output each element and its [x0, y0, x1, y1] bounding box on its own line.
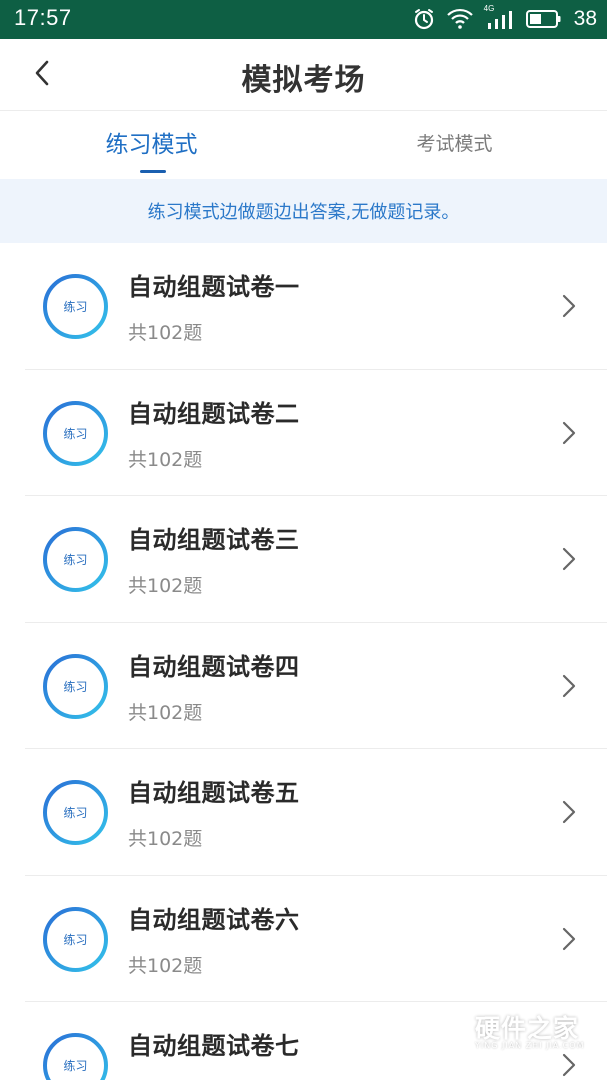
active-tab-indicator	[140, 170, 166, 173]
practice-ring-icon: 练习	[42, 906, 109, 973]
ring-label: 练习	[63, 806, 88, 820]
exam-title: 自动组题试卷一	[128, 273, 300, 301]
notice-text: 练习模式边做题边出答案,无做题记录。	[147, 202, 460, 223]
page-title: 模拟考场	[241, 63, 366, 98]
list-item[interactable]: 练习 自动组题试卷三 共102题	[25, 496, 607, 623]
exam-title: 自动组题试卷二	[128, 399, 300, 428]
question-count: 共102题	[128, 575, 203, 597]
mode-tabs: 练习模式 考试模式	[0, 111, 607, 179]
mode-notice: 练习模式边做题边出答案,无做题记录。	[0, 179, 607, 243]
practice-ring-icon: 练习	[42, 400, 109, 467]
chevron-right-icon	[559, 546, 579, 572]
nav-bar: 模拟考场	[0, 39, 607, 111]
ring-label: 练习	[63, 553, 88, 567]
alarm-icon	[412, 7, 436, 31]
ring-label: 练习	[63, 679, 88, 694]
list-item[interactable]: 练习 自动组题试卷六 共102题	[25, 876, 607, 1002]
watermark-logo: 硬件之家 YING JIAN ZHI JIA.COM	[429, 1005, 589, 1060]
list-item[interactable]: 练习 自动组题试卷四 共102题	[25, 623, 607, 749]
tab-exam-mode[interactable]: 考试模式	[303, 111, 606, 179]
question-count: 共102题	[128, 828, 203, 850]
question-count: 共102题	[128, 954, 203, 977]
practice-ring-icon: 练习	[42, 653, 109, 720]
question-count: 共102题	[128, 322, 203, 344]
status-bar: 17:57 4G 38	[0, 0, 607, 39]
practice-ring-icon: 练习	[42, 526, 109, 593]
exam-list: 练习 自动组题试卷一 共102题 练习 自动组题试卷二 共102题 练习 自动组…	[0, 243, 607, 1080]
question-count: 共102题	[128, 701, 203, 724]
exam-title: 自动组题试卷三	[128, 526, 300, 554]
chevron-right-icon	[559, 926, 579, 952]
chevron-right-icon	[559, 293, 579, 319]
wifi-icon	[446, 8, 474, 30]
exam-title: 自动组题试卷五	[128, 779, 300, 807]
list-item[interactable]: 练习 自动组题试卷五 共102题	[25, 749, 607, 876]
tab-exam-label: 考试模式	[416, 132, 493, 155]
status-time: 17:57	[14, 5, 72, 30]
exam-title: 自动组题试卷六	[128, 905, 300, 934]
chevron-right-icon	[559, 420, 579, 446]
exam-title: 自动组题试卷七	[128, 1032, 300, 1060]
network-type-label: 4G	[483, 4, 495, 13]
chevron-right-icon	[559, 799, 579, 825]
tab-practice-mode[interactable]: 练习模式	[0, 111, 303, 179]
ring-label: 练习	[63, 932, 88, 947]
signal-icon: 4G	[483, 4, 516, 31]
practice-ring-icon: 练习	[42, 273, 109, 340]
watermark-text: 硬件之家	[475, 1014, 580, 1043]
practice-ring-icon: 练习	[42, 779, 109, 846]
exam-title: 自动组题试卷四	[128, 652, 300, 681]
battery-icon	[525, 9, 562, 29]
question-count: 共102题	[128, 448, 203, 471]
tab-practice-label: 练习模式	[105, 132, 198, 158]
watermark-subtext: YING JIAN ZHI JIA.COM	[475, 1041, 585, 1050]
practice-ring-icon: 练习	[42, 1032, 109, 1080]
ring-label: 练习	[63, 426, 88, 441]
list-item[interactable]: 练习 自动组题试卷二 共102题	[25, 370, 607, 496]
battery-percent: 38	[573, 7, 597, 30]
ring-label: 练习	[63, 1059, 88, 1073]
list-item[interactable]: 练习 自动组题试卷一 共102题	[25, 243, 607, 370]
ring-label: 练习	[63, 300, 88, 314]
chevron-right-icon	[559, 673, 579, 699]
status-icons: 4G 38	[412, 4, 597, 32]
